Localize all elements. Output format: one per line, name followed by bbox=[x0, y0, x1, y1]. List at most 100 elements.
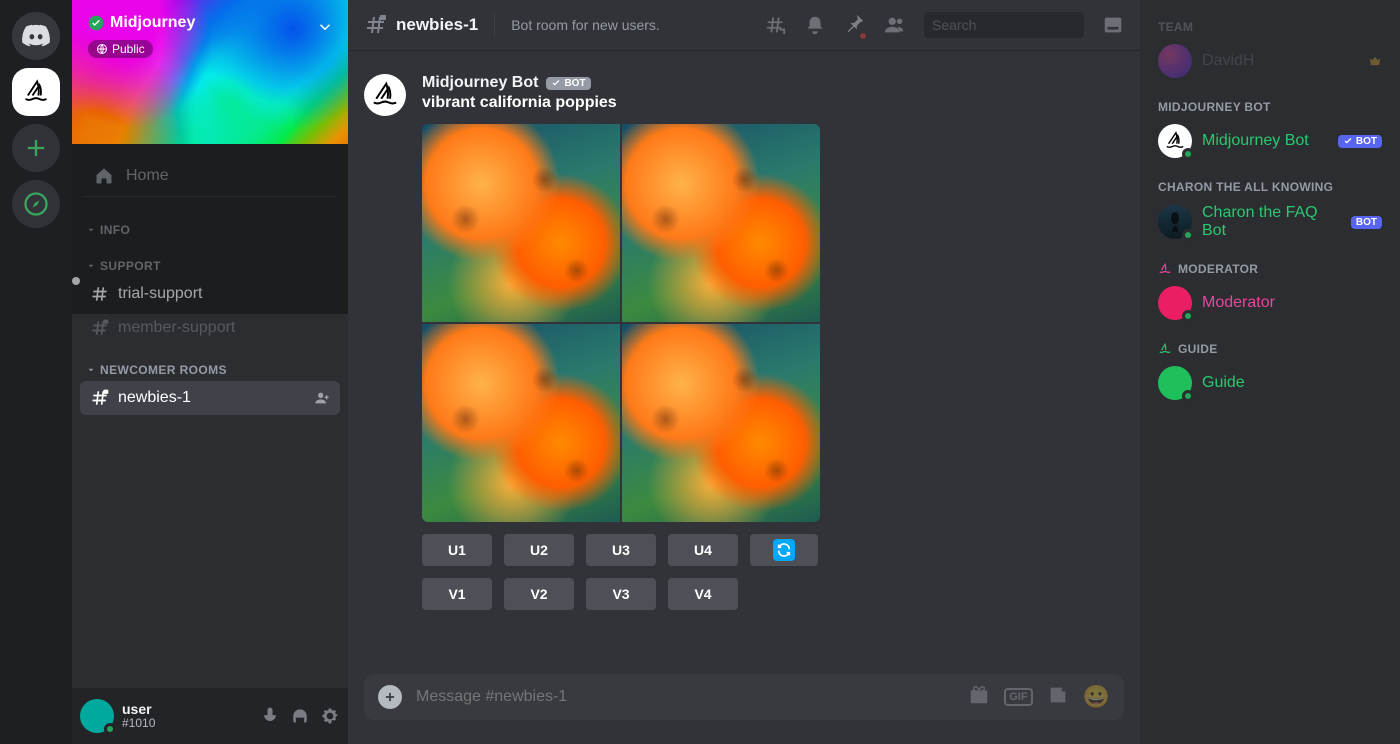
composer-input[interactable] bbox=[416, 688, 954, 706]
mic-icon[interactable] bbox=[260, 706, 280, 726]
member-guide[interactable]: Guide bbox=[1148, 362, 1392, 404]
chevron-down-icon bbox=[86, 365, 96, 375]
role-heading-guide: GUIDE bbox=[1148, 324, 1392, 362]
variation-2-button[interactable]: V2 bbox=[504, 578, 574, 610]
channel-trial-support[interactable]: trial-support bbox=[80, 277, 340, 311]
message: Midjourney Bot BOT vibrant california po… bbox=[364, 74, 1124, 610]
generated-image-grid[interactable] bbox=[422, 124, 820, 522]
channel-title: newbies-1 bbox=[396, 15, 478, 35]
midjourney-ship-icon bbox=[1158, 342, 1172, 356]
guild-sidebar: Midjourney Public Home INFO SUPPOR bbox=[72, 0, 348, 744]
image-variant-4[interactable] bbox=[622, 324, 820, 522]
check-icon bbox=[1343, 136, 1353, 146]
bell-icon[interactable] bbox=[804, 14, 826, 36]
image-variant-2[interactable] bbox=[622, 124, 820, 322]
globe-icon bbox=[96, 43, 108, 55]
chat-area: newbies-1 Bot room for new users. bbox=[348, 0, 1140, 744]
charon-avatar-icon bbox=[1166, 209, 1184, 235]
bot-badge: BOT bbox=[1338, 135, 1382, 148]
unread-indicator bbox=[72, 277, 80, 285]
midjourney-ship-icon bbox=[1164, 130, 1186, 152]
member-list[interactable]: TEAM DavidH MIDJOURNEY BOT Midjourney Bo… bbox=[1140, 0, 1400, 744]
gif-picker-button[interactable]: GIF bbox=[1004, 688, 1032, 706]
emoji-picker-button[interactable]: 😀 bbox=[1083, 684, 1110, 710]
chevron-down-icon bbox=[86, 225, 96, 235]
invite-icon[interactable] bbox=[314, 390, 330, 406]
hash-lock-icon bbox=[90, 388, 110, 408]
member-midjourney-bot[interactable]: Midjourney Bot BOT bbox=[1148, 120, 1392, 162]
hash-icon bbox=[90, 284, 110, 304]
threads-icon[interactable] bbox=[764, 14, 786, 36]
bot-badge: BOT bbox=[546, 77, 590, 90]
channel-topic: Bot room for new users. bbox=[511, 17, 660, 33]
image-variant-1[interactable] bbox=[422, 124, 620, 322]
inbox-icon[interactable] bbox=[1102, 14, 1124, 36]
search-input[interactable] bbox=[924, 12, 1084, 38]
sticker-icon[interactable] bbox=[1047, 684, 1069, 711]
midjourney-ship-icon bbox=[370, 80, 400, 110]
upscale-2-button[interactable]: U2 bbox=[504, 534, 574, 566]
add-server-button[interactable] bbox=[12, 124, 60, 172]
check-icon bbox=[551, 78, 561, 88]
self-avatar[interactable] bbox=[80, 699, 114, 733]
category-support[interactable]: SUPPORT bbox=[80, 241, 340, 277]
midjourney-ship-icon bbox=[22, 78, 50, 106]
sidebar-home[interactable]: Home bbox=[84, 156, 336, 197]
reroll-button[interactable] bbox=[750, 534, 818, 566]
role-heading-team: TEAM bbox=[1148, 16, 1392, 40]
plus-icon bbox=[22, 134, 50, 162]
hash-lock-icon bbox=[90, 318, 110, 338]
server-rail bbox=[0, 0, 72, 744]
verified-badge-icon bbox=[88, 15, 104, 31]
server-home-discord[interactable] bbox=[12, 12, 60, 60]
variation-3-button[interactable]: V3 bbox=[586, 578, 656, 610]
gear-icon[interactable] bbox=[320, 706, 340, 726]
upscale-3-button[interactable]: U3 bbox=[586, 534, 656, 566]
message-composer[interactable]: GIF 😀 bbox=[364, 674, 1124, 720]
author-avatar[interactable] bbox=[364, 74, 406, 116]
midjourney-ship-icon bbox=[1158, 262, 1172, 276]
variation-4-button[interactable]: V4 bbox=[668, 578, 738, 610]
plus-icon bbox=[383, 690, 397, 704]
user-panel: user #1010 bbox=[72, 688, 348, 744]
attach-button[interactable] bbox=[378, 685, 402, 709]
channel-newbies-1[interactable]: newbies-1 bbox=[80, 381, 340, 415]
explore-servers-button[interactable] bbox=[12, 180, 60, 228]
member-davidh[interactable]: DavidH bbox=[1148, 40, 1392, 82]
public-badge: Public bbox=[88, 40, 153, 58]
role-heading-mjbot: MIDJOURNEY BOT bbox=[1148, 82, 1392, 120]
crown-icon bbox=[1368, 54, 1382, 68]
channel-member-support[interactable]: member-support bbox=[80, 311, 340, 345]
home-icon bbox=[94, 166, 114, 186]
upscale-4-button[interactable]: U4 bbox=[668, 534, 738, 566]
variation-1-button[interactable]: V1 bbox=[422, 578, 492, 610]
upscale-1-button[interactable]: U1 bbox=[422, 534, 492, 566]
gift-icon[interactable] bbox=[968, 684, 990, 711]
role-heading-moderator: MODERATOR bbox=[1148, 244, 1392, 282]
discord-logo-icon bbox=[21, 21, 51, 51]
message-author[interactable]: Midjourney Bot bbox=[422, 74, 538, 92]
guild-header[interactable]: Midjourney Public bbox=[72, 0, 348, 144]
message-list[interactable]: Midjourney Bot BOT vibrant california po… bbox=[348, 50, 1140, 674]
message-prompt: vibrant california poppies bbox=[422, 94, 1124, 112]
pin-notification-dot bbox=[858, 31, 868, 41]
chevron-down-icon[interactable] bbox=[316, 18, 334, 36]
role-heading-charon: CHARON THE ALL KNOWING bbox=[1148, 162, 1392, 200]
status-online-icon bbox=[104, 723, 116, 735]
channel-list[interactable]: Home INFO SUPPORT trial-support member-s… bbox=[72, 144, 348, 688]
category-info[interactable]: INFO bbox=[80, 205, 340, 241]
hash-lock-icon bbox=[364, 13, 388, 37]
channel-header: newbies-1 Bot room for new users. bbox=[348, 0, 1140, 50]
member-charon[interactable]: Charon the FAQ Bot BOT bbox=[1148, 200, 1392, 244]
category-newcomer[interactable]: NEWCOMER ROOMS bbox=[80, 345, 340, 381]
refresh-icon bbox=[776, 542, 792, 558]
server-midjourney[interactable] bbox=[12, 68, 60, 116]
bot-badge: BOT bbox=[1351, 216, 1382, 229]
headphones-icon[interactable] bbox=[290, 706, 310, 726]
image-variant-3[interactable] bbox=[422, 324, 620, 522]
members-icon[interactable] bbox=[884, 14, 906, 36]
member-moderator[interactable]: Moderator bbox=[1148, 282, 1392, 324]
guild-name: Midjourney bbox=[110, 14, 195, 32]
self-username: user bbox=[122, 702, 252, 717]
chevron-down-icon bbox=[86, 261, 96, 271]
